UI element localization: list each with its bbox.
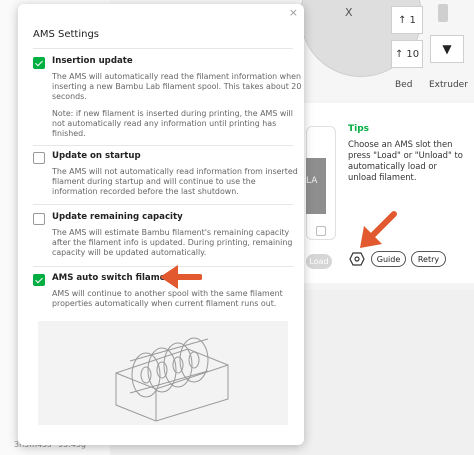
arrow-up-icon: ↑ <box>394 48 404 60</box>
ams-settings-dialog: × AMS Settings Insertion update The AMS … <box>18 4 304 445</box>
update-on-startup-description: The AMS will not automatically read info… <box>52 167 298 196</box>
ams-slot-text: LA <box>306 176 318 186</box>
ams-settings-button[interactable] <box>347 251 367 267</box>
extruder-icon <box>438 4 448 22</box>
insertion-update-description: The AMS will automatically read the fila… <box>52 72 302 101</box>
extruder-down-button[interactable]: ▼ <box>430 35 464 63</box>
update-remaining-capacity-label: Update remaining capacity <box>52 212 183 222</box>
arrow-up-icon: ↑ <box>398 14 407 26</box>
ams-slot-color[interactable] <box>306 158 326 214</box>
close-icon[interactable]: × <box>289 6 298 19</box>
gear-hex-icon <box>349 252 365 266</box>
tips-text: Choose an AMS slot then press "Load" or … <box>348 139 463 182</box>
update-remaining-capacity-description: The AMS will estimate Bambu filament's r… <box>52 228 293 257</box>
title-divider <box>33 48 293 49</box>
extruder-label: Extruder <box>429 80 468 90</box>
jog-x-label: X <box>345 6 353 19</box>
ams-auto-switch-checkbox[interactable] <box>33 274 45 286</box>
update-on-startup-label: Update on startup <box>52 151 141 161</box>
ams-illustration <box>38 321 288 425</box>
ams-auto-switch-description: AMS will continue to another spool with … <box>52 289 283 308</box>
insertion-update-checkbox[interactable] <box>33 57 45 69</box>
annotation-arrow-auto-switch <box>160 265 202 289</box>
option-divider <box>33 145 293 146</box>
ams-unit-icon <box>115 337 229 422</box>
tips-title: Tips <box>348 124 370 134</box>
update-remaining-capacity-checkbox[interactable] <box>33 213 45 225</box>
insertion-update-label: Insertion update <box>52 56 133 66</box>
annotation-arrow-settings <box>360 211 397 248</box>
insertion-update-note: Note: if new filament is inserted during… <box>52 109 293 138</box>
bed-label: Bed <box>395 80 413 90</box>
load-button[interactable]: Load <box>306 254 332 269</box>
dialog-title: AMS Settings <box>33 29 100 40</box>
retry-button[interactable]: Retry <box>411 251 446 267</box>
bed-up-10-button[interactable]: ↑ 10 <box>391 40 423 68</box>
triangle-down-icon: ▼ <box>442 42 452 56</box>
guide-button[interactable]: Guide <box>371 251 406 267</box>
bed-up-1-button[interactable]: ↑ 1 <box>391 6 423 34</box>
option-divider <box>33 204 293 205</box>
ams-slot-indicator <box>316 226 326 236</box>
update-on-startup-checkbox[interactable] <box>33 152 45 164</box>
